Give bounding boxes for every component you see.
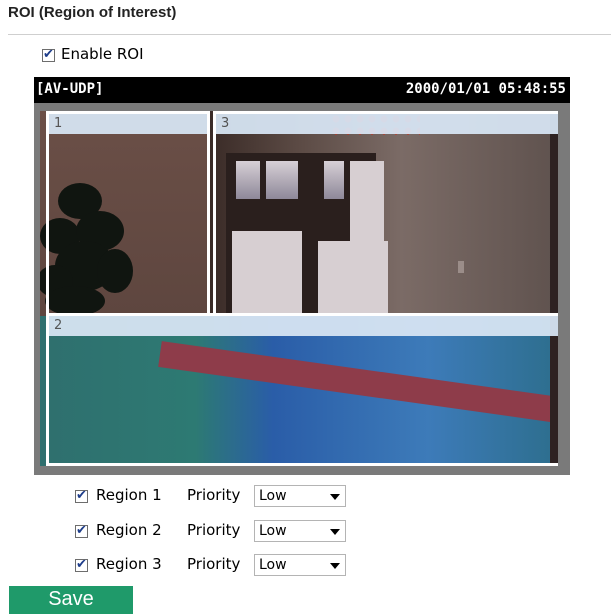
priority-label: Priority [187,555,241,573]
chevron-down-icon [330,529,340,535]
chevron-down-icon [330,494,340,500]
enable-roi-checkbox[interactable] [42,47,55,62]
region-2-checkbox[interactable] [75,523,88,538]
region-1-label: Region 1 [96,486,162,504]
roi-region-2[interactable]: 2 [46,313,558,466]
enable-roi-label: Enable ROI [61,45,144,63]
title-divider [8,34,611,35]
section-title: ROI (Region of Interest) [8,4,177,21]
region-1-priority-select[interactable]: Low [254,485,346,507]
region-number: 2 [54,318,63,333]
viewer-status-bar: [AV-UDP] 2000/01/01 05:48:55 [34,77,570,103]
region-3-checkbox[interactable] [75,557,88,572]
timestamp: 2000/01/01 05:48:55 [405,81,566,97]
roi-region-3[interactable]: 3 [213,111,558,316]
video-viewer[interactable]: [AV-UDP] 2000/01/01 05:48:55 1 3 2 [34,77,570,475]
region-3-label: Region 3 [96,555,162,573]
video-frame: 1 3 2 [40,111,558,466]
chevron-down-icon [330,563,340,569]
region-2-priority-select[interactable]: Low [254,520,346,542]
priority-value: Low [259,523,287,539]
region-1-checkbox[interactable] [75,488,88,503]
roi-region-1[interactable]: 1 [46,111,210,316]
stream-label: [AV-UDP] [36,81,104,97]
region-3-priority-select[interactable]: Low [254,554,346,576]
region-2-label: Region 2 [96,521,162,539]
priority-value: Low [259,488,287,504]
region-number: 1 [54,116,63,131]
priority-value: Low [259,557,287,573]
priority-label: Priority [187,521,241,539]
region-number: 3 [221,116,230,131]
region-header: 3 [216,114,558,134]
region-header: 2 [49,316,558,336]
priority-label: Priority [187,486,241,504]
region-header: 1 [49,114,207,134]
